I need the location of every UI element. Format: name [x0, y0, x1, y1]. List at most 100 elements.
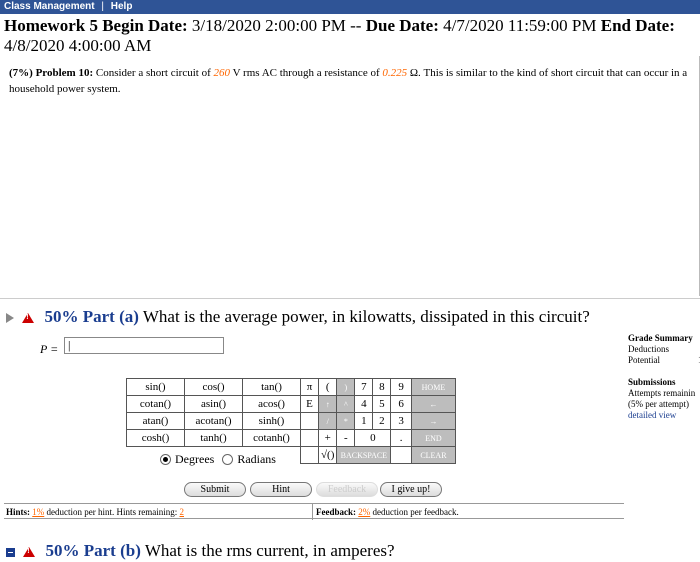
left-arrow-key[interactable]: ←	[410, 395, 456, 413]
feedback-text: deduction per feedback.	[372, 507, 459, 517]
radians-radio[interactable]	[222, 454, 234, 465]
per-attempt: (5% per attempt)	[628, 399, 689, 409]
part-a-question: What is the average power, in kilowatts,…	[142, 307, 590, 326]
deductions-label: Deductions	[628, 344, 669, 354]
divide-key[interactable]: /	[317, 412, 338, 430]
feedback-button[interactable]: Feedback	[316, 482, 378, 497]
nine-key[interactable]: 9	[390, 378, 412, 396]
attempts-remaining: Attempts remainin	[628, 388, 696, 398]
nav-separator: |	[101, 1, 104, 12]
hints-remaining: 2	[179, 507, 185, 517]
acos-key[interactable]: acos()	[242, 395, 301, 413]
feedback-info: Feedback: 2% deduction per feedback.	[316, 507, 459, 517]
e-key[interactable]: E	[300, 395, 319, 413]
bar-divider	[312, 504, 313, 520]
problem-box: (7%) Problem 10: Consider a short circui…	[0, 56, 700, 296]
warning-icon	[22, 313, 35, 324]
hints-label: Hints:	[6, 507, 31, 517]
asin-key[interactable]: asin()	[184, 395, 243, 413]
plus-key[interactable]: +	[317, 429, 338, 447]
problem-statement: (7%) Problem 10: Consider a short circui…	[9, 65, 689, 97]
clear-key[interactable]: CLEAR	[410, 446, 456, 464]
degrees-label: Degrees	[175, 452, 215, 466]
grade-summary: Grade Summary Deductions Potential 1 Sub…	[628, 333, 700, 421]
problem-weight: (7%)	[9, 67, 33, 79]
four-key[interactable]: 4	[354, 395, 374, 413]
homework-title: Homework 5 Begin Date: 3/18/2020 2:00:00…	[4, 16, 696, 56]
backspace-key[interactable]: BACKSPACE	[336, 446, 392, 464]
problem-text-2: V rms AC through a resistance of	[232, 67, 380, 79]
answer-input[interactable]: |	[64, 337, 224, 354]
degrees-radio[interactable]	[160, 454, 171, 465]
class-management-link[interactable]: Class Management	[4, 1, 95, 12]
end-label: End Date:	[600, 16, 675, 35]
five-key[interactable]: 5	[372, 395, 392, 413]
tan-key[interactable]: tan()	[242, 378, 301, 396]
problem-text-1: Consider a short circuit of	[95, 67, 211, 79]
blank-key-1	[300, 412, 319, 430]
acotan-key[interactable]: acotan()	[184, 412, 243, 430]
zero-key[interactable]: 0	[354, 429, 392, 447]
end-key[interactable]: END	[410, 429, 456, 447]
six-key[interactable]: 6	[390, 395, 412, 413]
voltage-value: 260	[213, 67, 231, 79]
minus-key[interactable]: -	[336, 429, 356, 447]
hints-pct: 1%	[32, 507, 45, 517]
feedback-label: Feedback:	[316, 507, 356, 517]
sinh-key[interactable]: sinh()	[242, 412, 301, 430]
cotanh-key[interactable]: cotanh()	[242, 429, 301, 447]
feedback-pct: 2%	[358, 507, 371, 517]
hints-info: Hints: 1% deduction per hint. Hints rema…	[6, 507, 184, 517]
angle-mode-selector: Degrees Radians	[160, 452, 276, 467]
three-key[interactable]: 3	[390, 412, 412, 430]
two-key[interactable]: 2	[372, 412, 392, 430]
grade-summary-title: Grade Summary	[628, 333, 693, 343]
potential-label: Potential	[628, 355, 660, 365]
del-key[interactable]: DEL	[390, 446, 412, 464]
atan-key[interactable]: atan()	[126, 412, 185, 430]
detailed-view-link[interactable]: detailed view	[628, 410, 676, 420]
begin-value: 3/18/2020 2:00:00 PM --	[191, 16, 362, 35]
tanh-key[interactable]: tanh()	[184, 429, 243, 447]
up-arrow-key[interactable]: ↑	[317, 395, 338, 413]
open-paren-key[interactable]: (	[317, 378, 338, 396]
pi-key[interactable]: π	[300, 378, 319, 396]
problem-number: Problem 10:	[35, 67, 94, 79]
multiply-key[interactable]: *	[336, 412, 356, 430]
give-up-button[interactable]: I give up!	[380, 482, 442, 497]
decimal-key[interactable]: .	[390, 429, 412, 447]
part-b-question: What is the rms current, in amperes?	[144, 541, 395, 560]
home-key[interactable]: HOME	[410, 378, 456, 396]
part-a-section: 50% Part (a) What is the average power, …	[0, 298, 700, 562]
submissions-label: Submissions	[628, 377, 676, 387]
collapse-icon[interactable]	[6, 547, 15, 557]
part-b-label: Part (b)	[83, 541, 141, 560]
eight-key[interactable]: 8	[372, 378, 392, 396]
seven-key[interactable]: 7	[354, 378, 374, 396]
hint-button[interactable]: Hint	[250, 482, 312, 497]
part-a-percent: 50%	[44, 307, 79, 326]
end-value: 4/8/2020 4:00:00 AM	[4, 36, 152, 55]
begin-label: Homework 5 Begin Date:	[4, 16, 188, 35]
right-arrow-key[interactable]: →	[410, 412, 456, 430]
cos-key[interactable]: cos()	[184, 378, 243, 396]
caret-key[interactable]: ^	[336, 395, 356, 413]
one-key[interactable]: 1	[354, 412, 374, 430]
close-paren-key[interactable]: )	[336, 378, 356, 396]
expand-arrow-icon[interactable]	[6, 313, 14, 324]
part-a-label: Part (a)	[82, 307, 139, 326]
help-link[interactable]: Help	[111, 1, 133, 12]
hints-feedback-bar: Hints: 1% deduction per hint. Hints rema…	[4, 503, 624, 520]
answer-label: P =	[40, 342, 59, 356]
blank-key-3	[300, 446, 319, 464]
top-nav-bar: Class Management | Help	[0, 0, 700, 14]
blank-key-2	[300, 429, 319, 447]
submit-button[interactable]: Submit	[184, 482, 246, 497]
resistance-value: 0.225	[382, 67, 408, 79]
sqrt-key[interactable]: √()	[317, 446, 338, 464]
sin-key[interactable]: sin()	[126, 378, 185, 396]
cosh-key[interactable]: cosh()	[126, 429, 185, 447]
hints-text: deduction per hint. Hints remaining:	[46, 507, 178, 517]
radians-label: Radians	[237, 452, 276, 466]
cotan-key[interactable]: cotan()	[126, 395, 185, 413]
